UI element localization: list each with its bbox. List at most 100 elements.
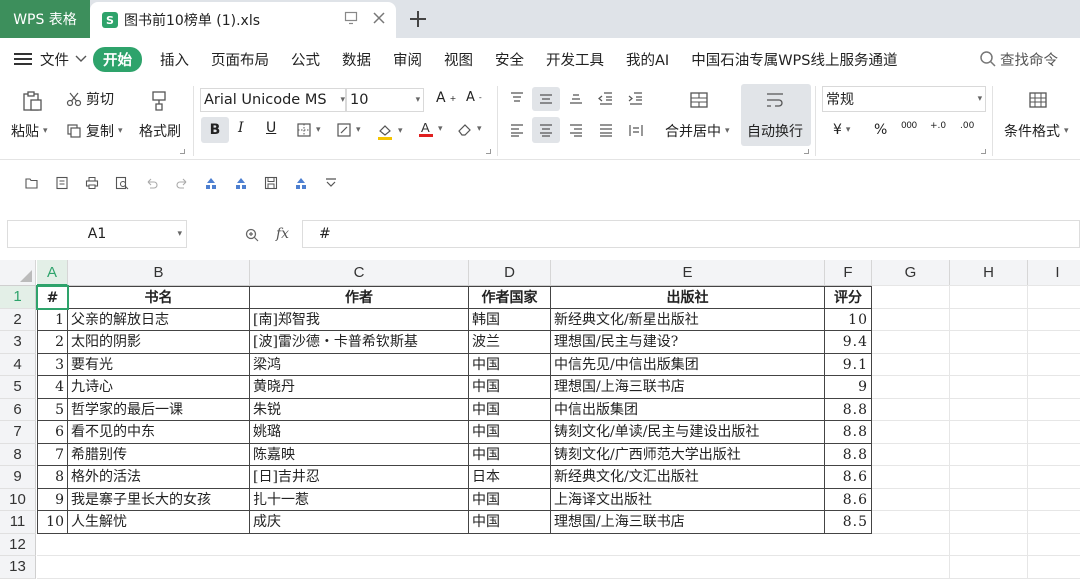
font-family-select[interactable]: Arial Unicode MS ▾ bbox=[200, 88, 346, 112]
table-cell[interactable]: 希腊别传 bbox=[68, 443, 250, 466]
table-cell[interactable]: [日]吉井忍 bbox=[250, 466, 469, 489]
table-cell[interactable]: 1 bbox=[37, 308, 68, 331]
table-cell[interactable]: 中国 bbox=[469, 398, 551, 421]
table-cell[interactable]: 4 bbox=[37, 376, 68, 399]
table-cell[interactable]: 8.5 bbox=[825, 511, 872, 534]
merge-cells-icon[interactable] bbox=[689, 91, 709, 109]
distributed-align-icon[interactable] bbox=[628, 123, 644, 137]
row-header-2[interactable]: 2 bbox=[0, 308, 36, 331]
row-header-11[interactable]: 11 bbox=[0, 511, 36, 534]
column-header-b[interactable]: B bbox=[68, 260, 250, 286]
menu-petrochina-service[interactable]: 中国石油专属WPS线上服务通道 bbox=[691, 49, 897, 70]
select-all-corner[interactable] bbox=[0, 260, 36, 286]
align-bottom-icon[interactable] bbox=[568, 91, 584, 105]
table-cell[interactable]: 新经典文化/文汇出版社 bbox=[551, 466, 825, 489]
conditional-format-button[interactable]: 条件格式 ▾ bbox=[1004, 121, 1069, 141]
table-cell[interactable]: 9.4 bbox=[825, 331, 872, 354]
table-cell[interactable]: 哲学家的最后一课 bbox=[68, 398, 250, 421]
number-launcher-icon[interactable] bbox=[981, 149, 986, 154]
percent-button[interactable]: % bbox=[874, 122, 887, 138]
align-middle-icon[interactable] bbox=[532, 87, 560, 111]
filter-icon[interactable] bbox=[294, 176, 308, 190]
row-header-4[interactable]: 4 bbox=[0, 353, 36, 376]
row-header-6[interactable]: 6 bbox=[0, 398, 36, 421]
align-left-icon[interactable] bbox=[509, 123, 525, 137]
table-cell[interactable]: 扎十一惹 bbox=[250, 488, 469, 511]
table-cell[interactable]: 太阳的阴影 bbox=[68, 331, 250, 354]
column-header-a[interactable]: A bbox=[37, 260, 68, 286]
font-color-button[interactable]: A ▾ bbox=[418, 120, 443, 138]
wrap-text-button[interactable]: 自动换行 bbox=[747, 121, 803, 141]
table-cell[interactable]: 姚璐 bbox=[250, 421, 469, 444]
menu-developer[interactable]: 开发工具 bbox=[546, 49, 604, 70]
save-as-icon[interactable] bbox=[55, 176, 69, 190]
sort-descending-icon[interactable] bbox=[234, 176, 248, 190]
clipboard-launcher-icon[interactable] bbox=[180, 149, 185, 154]
chevron-down-icon[interactable] bbox=[75, 51, 87, 67]
table-cell[interactable]: 看不见的中东 bbox=[68, 421, 250, 444]
formula-input[interactable]: # bbox=[302, 220, 1080, 248]
format-painter-button[interactable]: 格式刷 bbox=[139, 121, 181, 141]
row-header-7[interactable]: 7 bbox=[0, 421, 36, 444]
table-cell[interactable]: 8.8 bbox=[825, 421, 872, 444]
table-cell[interactable]: 8.6 bbox=[825, 466, 872, 489]
table-cell[interactable]: 中信出版集团 bbox=[551, 398, 825, 421]
table-cell[interactable]: 铸刻文化/广西师范大学出版社 bbox=[551, 443, 825, 466]
search-command[interactable]: 查找命令 bbox=[979, 49, 1058, 70]
table-cell[interactable]: 中国 bbox=[469, 353, 551, 376]
table-cell[interactable]: 中国 bbox=[469, 488, 551, 511]
app-home-tab[interactable]: WPS 表格 bbox=[0, 0, 90, 38]
table-cell[interactable]: 九诗心 bbox=[68, 376, 250, 399]
row-header-1[interactable]: 1 bbox=[0, 286, 36, 309]
merge-center-button[interactable]: 合并居中 ▾ bbox=[665, 121, 730, 141]
menu-my-ai[interactable]: 我的AI bbox=[626, 49, 669, 70]
table-cell[interactable]: 铸刻文化/单读/民主与建设出版社 bbox=[551, 421, 825, 444]
table-header-cell[interactable]: 评分 bbox=[825, 286, 872, 309]
column-header-e[interactable]: E bbox=[551, 260, 825, 286]
increase-font-size-icon[interactable]: A + bbox=[436, 90, 456, 106]
table-cell[interactable]: 8.8 bbox=[825, 443, 872, 466]
wrap-text-icon[interactable] bbox=[764, 91, 786, 109]
copy-button[interactable]: 复制 ▾ bbox=[66, 121, 123, 141]
customize-toolbar-icon[interactable] bbox=[324, 176, 338, 190]
paste-button[interactable]: 粘贴 ▾ bbox=[11, 121, 48, 141]
menu-security[interactable]: 安全 bbox=[495, 49, 524, 70]
name-box[interactable]: A1 ▾ bbox=[7, 220, 187, 248]
table-cell[interactable]: 日本 bbox=[469, 466, 551, 489]
table-cell[interactable]: 我是寨子里长大的女孩 bbox=[68, 488, 250, 511]
table-cell[interactable]: 陈嘉映 bbox=[250, 443, 469, 466]
align-right-icon[interactable] bbox=[568, 123, 584, 137]
undo-icon[interactable] bbox=[145, 176, 159, 190]
table-cell[interactable]: 父亲的解放日志 bbox=[68, 308, 250, 331]
increase-decimal-icon[interactable]: +.0 bbox=[930, 121, 946, 131]
row-header-9[interactable]: 9 bbox=[0, 466, 36, 489]
table-cell[interactable]: 中国 bbox=[469, 511, 551, 534]
borders-button[interactable]: ▾ bbox=[296, 122, 321, 138]
decrease-decimal-icon[interactable]: .00 bbox=[960, 121, 974, 131]
clear-format-button[interactable]: ▾ bbox=[457, 122, 482, 136]
table-cell[interactable]: 理想国/上海三联书店 bbox=[551, 511, 825, 534]
menu-file[interactable]: 文件 bbox=[40, 49, 69, 70]
table-header-cell[interactable]: 作者国家 bbox=[469, 286, 551, 309]
table-cell[interactable]: 中国 bbox=[469, 376, 551, 399]
fill-color-button[interactable]: ▾ bbox=[376, 122, 403, 140]
row-header-5[interactable]: 5 bbox=[0, 376, 36, 399]
table-cell[interactable]: 格外的活法 bbox=[68, 466, 250, 489]
menu-view[interactable]: 视图 bbox=[444, 49, 473, 70]
column-header-f[interactable]: F bbox=[825, 260, 872, 286]
zoom-icon[interactable] bbox=[244, 227, 260, 243]
row-header-10[interactable]: 10 bbox=[0, 488, 36, 511]
align-center-icon[interactable] bbox=[532, 117, 560, 143]
print-icon[interactable] bbox=[85, 176, 99, 190]
table-cell[interactable]: 梁鸿 bbox=[250, 353, 469, 376]
row-header-13[interactable]: 13 bbox=[0, 556, 36, 579]
table-cell[interactable]: [波]雷沙德・卡普希钦斯基 bbox=[250, 331, 469, 354]
table-cell[interactable]: 9 bbox=[825, 376, 872, 399]
table-cell[interactable]: 2 bbox=[37, 331, 68, 354]
cell-style-button[interactable]: ▾ bbox=[336, 122, 361, 138]
italic-button[interactable]: I bbox=[238, 120, 244, 136]
table-cell[interactable]: 新经典文化/新星出版社 bbox=[551, 308, 825, 331]
underline-button[interactable]: U bbox=[266, 120, 276, 136]
menu-review[interactable]: 审阅 bbox=[393, 49, 422, 70]
table-header-cell[interactable]: 出版社 bbox=[551, 286, 825, 309]
